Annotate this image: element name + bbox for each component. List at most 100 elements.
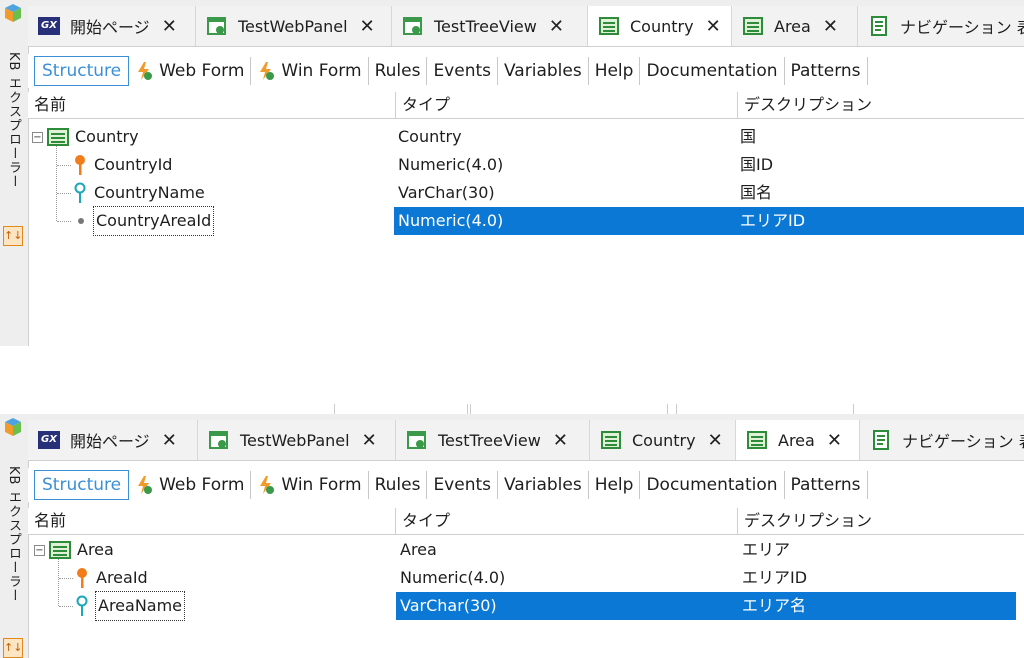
- variables-tab[interactable]: Variables: [498, 57, 589, 85]
- country-structure-panel: KB エクスプローラー ↑↓ GX 開始ページ ✕ TestWebPanel ✕…: [0, 0, 1024, 346]
- table-row[interactable]: AreaId Numeric(4.0) エリアID: [28, 564, 1024, 592]
- tree-guide: [59, 606, 73, 608]
- column-name[interactable]: 名前: [28, 508, 396, 534]
- structure-tree: − Area Area エリア AreaId Numeric(4.0) エリアI…: [28, 536, 1024, 621]
- win-form-tab[interactable]: Win Form: [251, 471, 369, 499]
- structure-tab[interactable]: Structure: [34, 56, 130, 86]
- tab-navigation-view[interactable]: ナビゲーション 表: [860, 420, 1024, 460]
- tree-guide: [59, 578, 73, 580]
- tab-navigation-view[interactable]: ナビゲーション 表示: [858, 6, 1024, 46]
- web-form-bolt-icon: [138, 476, 153, 494]
- tab-testtreeview[interactable]: TestTreeView ✕: [396, 420, 590, 460]
- tab-country[interactable]: Country ✕: [590, 420, 736, 460]
- transaction-icon: [601, 431, 621, 449]
- rules-tab[interactable]: Rules: [369, 57, 428, 85]
- win-form-bolt-icon: [260, 62, 275, 80]
- transaction-icon: [47, 128, 69, 146]
- gx-logo-icon: GX: [38, 431, 60, 449]
- events-tab[interactable]: Events: [427, 57, 498, 85]
- candidate-key-icon: [76, 595, 88, 616]
- editor-toolbar: Structure Web Form Win Form Rules Events…: [28, 468, 1024, 502]
- gx-logo-icon: GX: [38, 17, 60, 35]
- navigation-report-icon: [873, 430, 889, 450]
- close-icon[interactable]: ✕: [362, 430, 377, 451]
- tab-country[interactable]: Country ✕: [588, 6, 732, 46]
- tab-start-page[interactable]: GX 開始ページ ✕: [28, 6, 196, 46]
- column-description[interactable]: デスクリプション: [738, 508, 1024, 534]
- table-row-selected[interactable]: CountryAreaId Numeric(4.0) エリアID: [28, 206, 1024, 236]
- close-icon[interactable]: ✕: [553, 430, 568, 451]
- structure-tab[interactable]: Structure: [34, 470, 130, 500]
- tab-testwebpanel[interactable]: TestWebPanel ✕: [198, 420, 396, 460]
- document-tab-bar: GX 開始ページ ✕ TestWebPanel ✕ TestTreeView ✕…: [28, 414, 1024, 461]
- primary-key-icon: [77, 568, 87, 588]
- rules-tab[interactable]: Rules: [369, 471, 428, 499]
- column-type[interactable]: タイプ: [396, 508, 738, 534]
- tab-start-page[interactable]: GX 開始ページ ✕: [28, 420, 198, 460]
- kb-cube-icon: [5, 4, 21, 22]
- close-icon[interactable]: ✕: [162, 16, 177, 37]
- close-icon[interactable]: ✕: [706, 16, 721, 37]
- structure-column-header: 名前 タイプ デスクリプション: [28, 92, 1024, 119]
- close-icon[interactable]: ✕: [823, 16, 838, 37]
- table-row-selected[interactable]: AreaName VarChar(30) エリア名: [28, 591, 1024, 621]
- table-row[interactable]: − Area Area エリア: [28, 536, 1024, 564]
- tab-testwebpanel[interactable]: TestWebPanel ✕: [196, 6, 392, 46]
- help-tab[interactable]: Help: [589, 471, 641, 499]
- win-form-bolt-icon: [260, 476, 275, 494]
- area-structure-panel: KB エクスプローラー ↑↓ GX 開始ページ ✕ TestWebPanel ✕…: [0, 414, 1024, 658]
- structure-tree: − Country Country 国 CountryId Numeric(4.…: [28, 123, 1024, 236]
- document-tab-bar: GX 開始ページ ✕ TestWebPanel ✕ TestTreeView ✕…: [28, 0, 1024, 47]
- kb-explorer-label: KB エクスプローラー: [6, 466, 21, 603]
- kb-cube-icon: [5, 418, 21, 436]
- tree-guide: [57, 193, 71, 195]
- column-name[interactable]: 名前: [28, 92, 396, 118]
- tab-area[interactable]: Area ✕: [732, 6, 858, 46]
- web-panel-icon: [207, 17, 226, 35]
- candidate-key-icon: [74, 182, 86, 203]
- properties-tool-icon[interactable]: ↑↓: [3, 226, 23, 246]
- column-description[interactable]: デスクリプション: [738, 92, 1024, 118]
- web-form-tab[interactable]: Web Form: [129, 57, 252, 85]
- transaction-icon: [599, 17, 619, 35]
- web-panel-icon: [407, 431, 426, 449]
- patterns-tab[interactable]: Patterns: [785, 57, 868, 85]
- kb-explorer-strip[interactable]: KB エクスプローラー ↑↓: [0, 414, 29, 658]
- collapse-icon[interactable]: −: [34, 544, 45, 556]
- structure-column-header: 名前 タイプ デスクリプション: [28, 508, 1024, 535]
- tree-guide: [57, 221, 71, 223]
- close-icon[interactable]: ✕: [827, 430, 842, 451]
- close-icon[interactable]: ✕: [549, 16, 564, 37]
- documentation-tab[interactable]: Documentation: [640, 57, 785, 85]
- kb-explorer-label: KB エクスプローラー: [6, 52, 21, 189]
- tree-guide: [57, 165, 71, 167]
- kb-explorer-strip[interactable]: KB エクスプローラー ↑↓: [0, 0, 29, 346]
- tab-area[interactable]: Area ✕: [736, 420, 860, 460]
- web-form-bolt-icon: [138, 62, 153, 80]
- web-form-tab[interactable]: Web Form: [129, 471, 252, 499]
- documentation-tab[interactable]: Documentation: [640, 471, 785, 499]
- table-row[interactable]: CountryName VarChar(30) 国名: [28, 179, 1024, 207]
- win-form-tab[interactable]: Win Form: [251, 57, 369, 85]
- collapse-icon[interactable]: −: [32, 131, 43, 143]
- editor-toolbar: Structure Web Form Win Form Rules Events…: [28, 54, 1024, 88]
- web-panel-icon: [403, 17, 422, 35]
- properties-tool-icon[interactable]: ↑↓: [3, 638, 23, 658]
- variables-tab[interactable]: Variables: [498, 471, 589, 499]
- transaction-icon: [743, 17, 763, 35]
- patterns-tab[interactable]: Patterns: [785, 471, 868, 499]
- column-type[interactable]: タイプ: [396, 92, 738, 118]
- table-row[interactable]: − Country Country 国: [28, 123, 1024, 151]
- close-icon[interactable]: ✕: [360, 16, 375, 37]
- transaction-icon: [49, 541, 71, 559]
- tab-testtreeview[interactable]: TestTreeView ✕: [392, 6, 588, 46]
- attribute-dot-icon: [78, 218, 84, 224]
- navigation-report-icon: [871, 16, 887, 36]
- table-row[interactable]: CountryId Numeric(4.0) 国ID: [28, 151, 1024, 179]
- web-panel-icon: [209, 431, 228, 449]
- primary-key-icon: [75, 155, 85, 175]
- close-icon[interactable]: ✕: [708, 430, 723, 451]
- help-tab[interactable]: Help: [589, 57, 641, 85]
- events-tab[interactable]: Events: [427, 471, 498, 499]
- close-icon[interactable]: ✕: [162, 430, 177, 451]
